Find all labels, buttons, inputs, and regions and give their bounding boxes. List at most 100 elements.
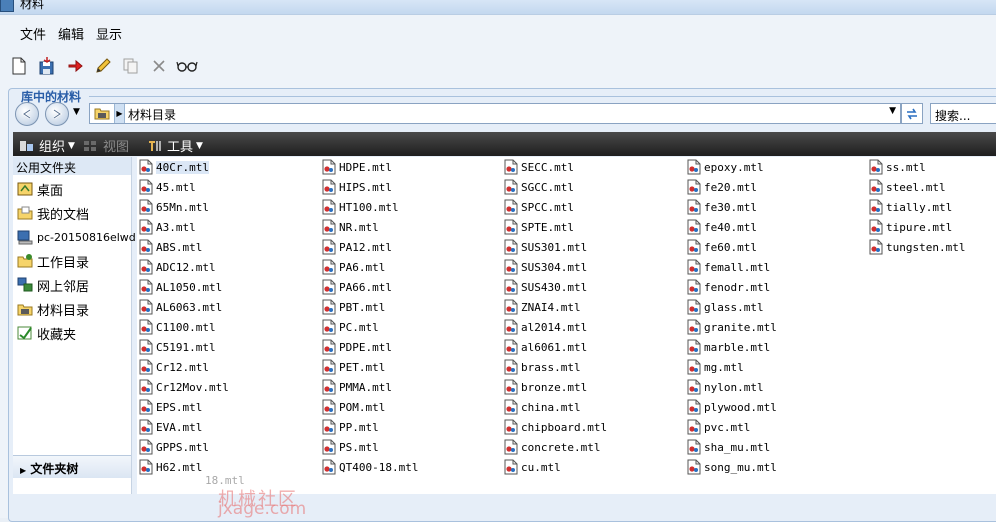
- file-item[interactable]: ABS.mtl: [139, 238, 202, 256]
- file-item[interactable]: PBT.mtl: [322, 298, 385, 316]
- preview-button[interactable]: [176, 55, 198, 77]
- file-item[interactable]: 45.mtl: [139, 178, 196, 196]
- folder-icon: [94, 107, 110, 123]
- delete-button[interactable]: [148, 55, 170, 77]
- file-item[interactable]: C5191.mtl: [139, 338, 216, 356]
- file-item[interactable]: tipure.mtl: [869, 218, 952, 236]
- import-button[interactable]: [64, 55, 86, 77]
- file-item[interactable]: QT400-18.mtl: [322, 458, 418, 476]
- file-item[interactable]: epoxy.mtl: [687, 158, 764, 176]
- file-item[interactable]: concrete.mtl: [504, 438, 600, 456]
- menu-view[interactable]: 显示: [96, 24, 122, 43]
- file-item[interactable]: PA66.mtl: [322, 278, 392, 296]
- file-item[interactable]: femall.mtl: [687, 258, 770, 276]
- file-item[interactable]: AL1050.mtl: [139, 278, 222, 296]
- file-item[interactable]: tungsten.mtl: [869, 238, 965, 256]
- file-item[interactable]: ZNAI4.mtl: [504, 298, 581, 316]
- file-item[interactable]: cu.mtl: [504, 458, 561, 476]
- file-item[interactable]: AL6063.mtl: [139, 298, 222, 316]
- file-item[interactable]: HDPE.mtl: [322, 158, 392, 176]
- address-chevron-icon[interactable]: ▶: [114, 104, 125, 123]
- menu-edit[interactable]: 编辑: [58, 24, 84, 43]
- file-item[interactable]: glass.mtl: [687, 298, 764, 316]
- folder-tree-toggle[interactable]: ▶ 文件夹树: [13, 455, 131, 478]
- file-item[interactable]: al6061.mtl: [504, 338, 587, 356]
- file-item[interactable]: SUS304.mtl: [504, 258, 587, 276]
- file-item[interactable]: plywood.mtl: [687, 398, 777, 416]
- file-item[interactable]: PP.mtl: [322, 418, 379, 436]
- copy-button[interactable]: [120, 55, 142, 77]
- file-item[interactable]: pvc.mtl: [687, 418, 750, 436]
- file-item[interactable]: A3.mtl: [139, 218, 196, 236]
- forward-button[interactable]: [45, 102, 69, 126]
- file-item[interactable]: marble.mtl: [687, 338, 770, 356]
- file-item[interactable]: NR.mtl: [322, 218, 379, 236]
- file-item[interactable]: SUS301.mtl: [504, 238, 587, 256]
- file-item[interactable]: chipboard.mtl: [504, 418, 607, 436]
- sidebar-item-materials[interactable]: 材料目录: [17, 299, 89, 319]
- file-item[interactable]: HIPS.mtl: [322, 178, 392, 196]
- file-item[interactable]: SUS430.mtl: [504, 278, 587, 296]
- file-item[interactable]: SECC.mtl: [504, 158, 574, 176]
- file-item[interactable]: granite.mtl: [687, 318, 777, 336]
- back-button[interactable]: [15, 102, 39, 126]
- file-name: EPS.mtl: [156, 400, 203, 414]
- save-button[interactable]: [36, 55, 58, 77]
- history-dropdown[interactable]: ▼: [73, 107, 80, 117]
- view-button[interactable]: 视图: [83, 136, 129, 155]
- organize-button[interactable]: 组织 ▼: [19, 136, 75, 155]
- refresh-button[interactable]: [901, 103, 923, 124]
- sidebar-item-desktop[interactable]: 桌面: [17, 179, 63, 199]
- file-item[interactable]: nylon.mtl: [687, 378, 764, 396]
- file-item[interactable]: 40Cr.mtl: [139, 158, 209, 176]
- file-item[interactable]: PDPE.mtl: [322, 338, 392, 356]
- edit-button[interactable]: [92, 55, 114, 77]
- menu-file[interactable]: 文件: [20, 24, 46, 43]
- file-item[interactable]: H62.mtl: [139, 458, 202, 476]
- file-item[interactable]: PA6.mtl: [322, 258, 385, 276]
- file-item[interactable]: 65Mn.mtl: [139, 198, 209, 216]
- address-dropdown-icon[interactable]: ▼: [889, 106, 896, 116]
- file-item[interactable]: PA12.mtl: [322, 238, 392, 256]
- file-item[interactable]: fe30.mtl: [687, 198, 757, 216]
- file-item[interactable]: PS.mtl: [322, 438, 379, 456]
- file-item[interactable]: Cr12.mtl: [139, 358, 209, 376]
- new-file-button[interactable]: [8, 55, 30, 77]
- sidebar-item-work-dir[interactable]: 工作目录: [17, 251, 89, 271]
- file-item[interactable]: PMMA.mtl: [322, 378, 392, 396]
- file-item[interactable]: brass.mtl: [504, 358, 581, 376]
- sidebar-item-documents[interactable]: 我的文档: [17, 203, 89, 223]
- address-bar[interactable]: ▶ 材料目录 ▼: [89, 103, 901, 124]
- file-item[interactable]: POM.mtl: [322, 398, 385, 416]
- file-item[interactable]: sha_mu.mtl: [687, 438, 770, 456]
- sidebar-item-network[interactable]: 网上邻居: [17, 275, 89, 295]
- file-item[interactable]: fe20.mtl: [687, 178, 757, 196]
- file-item[interactable]: Cr12Mov.mtl: [139, 378, 229, 396]
- file-item[interactable]: bronze.mtl: [504, 378, 587, 396]
- file-item[interactable]: steel.mtl: [869, 178, 946, 196]
- file-item[interactable]: PC.mtl: [322, 318, 379, 336]
- file-item[interactable]: fenodr.mtl: [687, 278, 770, 296]
- search-input[interactable]: 搜索...: [930, 103, 996, 124]
- file-item[interactable]: SPCC.mtl: [504, 198, 574, 216]
- file-item[interactable]: tially.mtl: [869, 198, 952, 216]
- file-item[interactable]: GPPS.mtl: [139, 438, 209, 456]
- file-item[interactable]: ADC12.mtl: [139, 258, 216, 276]
- file-item[interactable]: EVA.mtl: [139, 418, 202, 436]
- file-item[interactable]: china.mtl: [504, 398, 581, 416]
- file-item[interactable]: PET.mtl: [322, 358, 385, 376]
- file-item[interactable]: song_mu.mtl: [687, 458, 777, 476]
- file-item[interactable]: al2014.mtl: [504, 318, 587, 336]
- file-item[interactable]: EPS.mtl: [139, 398, 202, 416]
- file-item[interactable]: SPTE.mtl: [504, 218, 574, 236]
- file-item[interactable]: fe40.mtl: [687, 218, 757, 236]
- file-item[interactable]: fe60.mtl: [687, 238, 757, 256]
- sidebar-item-favorites[interactable]: 收藏夹: [17, 323, 76, 343]
- file-item[interactable]: SGCC.mtl: [504, 178, 574, 196]
- file-item[interactable]: C1100.mtl: [139, 318, 216, 336]
- tools-button[interactable]: 工具 ▼: [147, 136, 203, 155]
- file-item[interactable]: ss.mtl: [869, 158, 926, 176]
- sidebar-item-computer[interactable]: pc-20150816elwd: [17, 227, 136, 247]
- file-item[interactable]: HT100.mtl: [322, 198, 399, 216]
- file-item[interactable]: mg.mtl: [687, 358, 744, 376]
